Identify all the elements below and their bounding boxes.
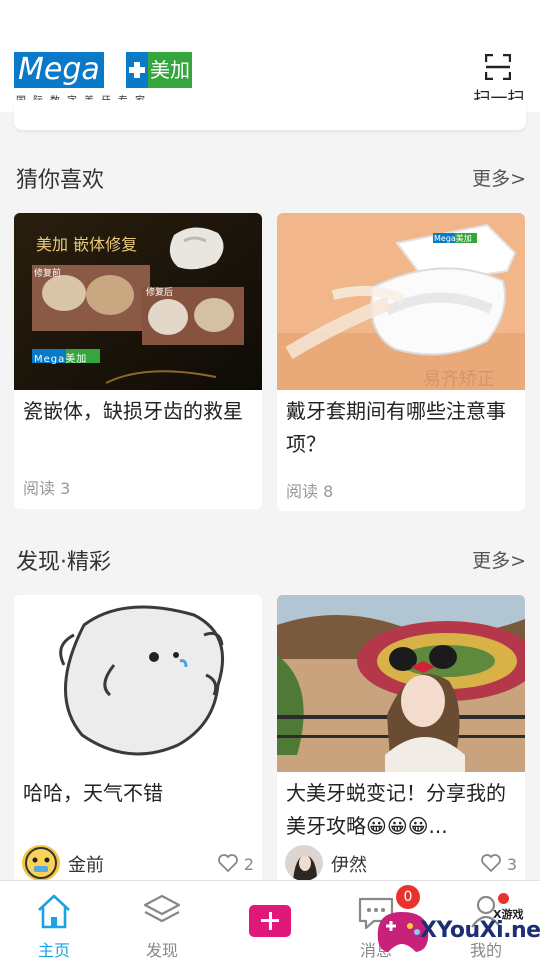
hamster-illustration — [14, 595, 262, 772]
article-image-aligner: Mega美加 易齐矫正 — [277, 213, 525, 390]
inlay-brand-mark: Mega美加 — [34, 354, 88, 365]
author-name: 伊然 — [331, 855, 367, 876]
post-author-row: 金前 2 — [22, 845, 254, 881]
article-card[interactable]: 美加 嵌体修复 修复前 修复后 Mega美加 瓷嵌体，缺损牙齿的救星 阅读 3 — [14, 213, 262, 509]
tab-discover-label: 发现 — [145, 941, 178, 960]
avatar-image — [285, 845, 323, 881]
scan-icon — [485, 54, 511, 80]
post-card[interactable]: 哈哈，天气不错 金前 2 — [14, 595, 262, 895]
layers-icon — [143, 894, 181, 923]
recommend-section-header: 猜你喜欢 更多> — [14, 162, 526, 196]
logo-brand-cn: 美加 — [148, 52, 192, 88]
heart-icon — [480, 854, 501, 873]
home-icon — [38, 894, 70, 929]
discover-more-link[interactable]: 更多> — [472, 546, 526, 573]
like-button[interactable]: 2 — [217, 853, 254, 874]
inlay-before-label: 修复前 — [34, 269, 62, 279]
previous-card-bottom — [14, 100, 526, 130]
article-card[interactable]: Mega美加 易齐矫正 戴牙套期间有哪些注意事项？ 阅读 8 — [277, 213, 525, 511]
avatar[interactable] — [285, 845, 323, 881]
aligner-image-caption: 易齐矫正 — [423, 369, 495, 390]
post-card[interactable]: 大美牙蜕变记！分享我的美牙攻略😀😀😀... 伊然 3 — [277, 595, 525, 895]
avatar[interactable] — [22, 845, 60, 881]
read-count: 阅读 3 — [23, 479, 71, 498]
aligner-photo — [277, 213, 525, 390]
like-count: 3 — [506, 855, 517, 874]
tab-home[interactable]: 主页 — [14, 889, 94, 960]
inlay-after-label: 修复后 — [146, 288, 174, 298]
like-count: 2 — [243, 855, 254, 874]
tab-home-label: 主页 — [37, 941, 70, 960]
recommend-section-title: 猜你喜欢 — [16, 168, 105, 193]
logo-brand-en: Mega — [14, 52, 104, 88]
post-image-hamster — [14, 595, 262, 772]
recommend-more-link[interactable]: 更多> — [472, 164, 526, 191]
post-title: 哈哈，天气不错 — [23, 781, 163, 805]
mega-logo: Mega 美加 国际数字美牙专家 — [14, 52, 192, 107]
read-count: 阅读 8 — [286, 482, 334, 501]
case-brand-mark: Mega美加 — [434, 234, 472, 243]
plus-icon[interactable] — [249, 905, 291, 937]
watermark-main: XYouXi.net — [420, 918, 540, 943]
article-title: 瓷嵌体，缺损牙齿的救星 — [23, 399, 243, 423]
park-photo — [277, 595, 525, 772]
discover-section-header: 发现·精彩 更多> — [14, 544, 526, 578]
post-image-park — [277, 595, 525, 772]
heart-icon — [217, 854, 238, 873]
post-author-row: 伊然 3 — [285, 845, 517, 881]
article-image-inlay: 美加 嵌体修复 修复前 修复后 Mega美加 — [14, 213, 262, 390]
like-button[interactable]: 3 — [480, 853, 517, 874]
scan-button[interactable]: 扫一扫 — [468, 54, 530, 109]
inlay-image-title: 美加 嵌体修复 — [36, 235, 138, 254]
post-title: 大美牙蜕变记！分享我的美牙攻略😀😀😀... — [286, 781, 506, 838]
discover-section-title: 发现·精彩 — [16, 550, 111, 575]
logo-plus-icon — [126, 52, 148, 88]
avatar-image — [25, 847, 57, 879]
site-watermark: X游戏 XYouXi.net — [372, 896, 540, 960]
tab-discover[interactable]: 发现 — [122, 889, 202, 960]
author-name: 金前 — [68, 855, 104, 876]
app-header: Mega 美加 国际数字美牙专家 扫一扫 — [0, 0, 540, 112]
article-title: 戴牙套期间有哪些注意事项？ — [286, 399, 506, 456]
